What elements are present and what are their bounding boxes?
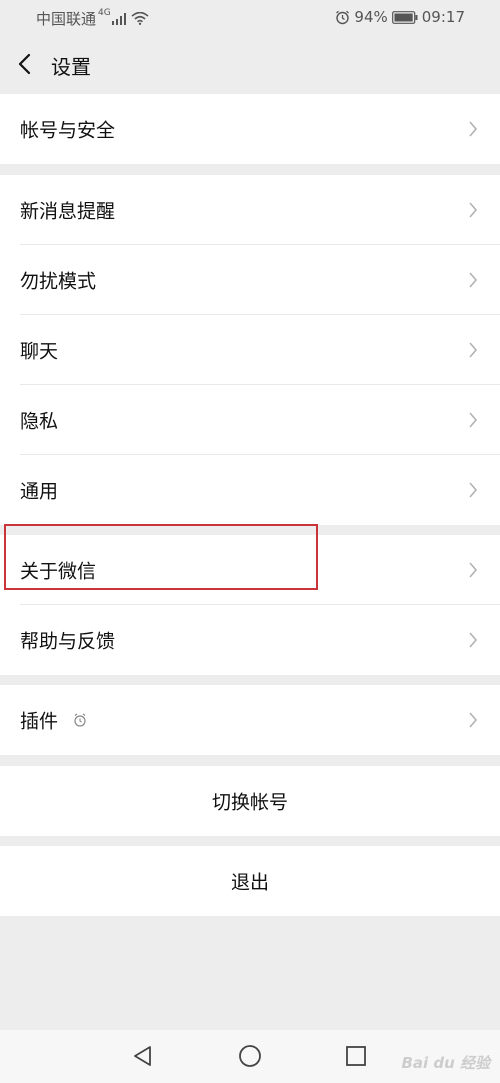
row-do-not-disturb[interactable]: 勿扰模式 bbox=[0, 245, 500, 315]
logout-label: 退出 bbox=[230, 871, 269, 894]
group-settings: 新消息提醒 勿扰模式 聊天 隐私 通用 bbox=[0, 175, 500, 525]
wifi-icon bbox=[131, 12, 149, 25]
row-label: 新消息提醒 bbox=[20, 200, 116, 223]
nav-bar: Bai du 经验 bbox=[0, 1030, 500, 1083]
alarm-icon bbox=[335, 10, 350, 25]
nav-home-icon[interactable] bbox=[237, 1043, 263, 1069]
row-label: 帮助与反馈 bbox=[20, 630, 116, 653]
row-plugins[interactable]: 插件 bbox=[0, 685, 500, 755]
switch-account-button[interactable]: 切换帐号 bbox=[0, 766, 500, 836]
row-general[interactable]: 通用 bbox=[0, 455, 500, 525]
row-label: 聊天 bbox=[20, 340, 59, 363]
logout-button[interactable]: 退出 bbox=[0, 846, 500, 916]
group-account: 帐号与安全 bbox=[0, 94, 500, 164]
page-title: 设置 bbox=[51, 55, 91, 79]
chevron-right-icon bbox=[469, 121, 478, 137]
group-about: 关于微信 帮助与反馈 bbox=[0, 535, 500, 675]
group-switch-account: 切换帐号 bbox=[0, 766, 500, 836]
row-help-feedback[interactable]: 帮助与反馈 bbox=[0, 605, 500, 675]
group-logout: 退出 bbox=[0, 846, 500, 916]
row-label: 插件 bbox=[20, 710, 59, 733]
nav-back-icon[interactable] bbox=[130, 1043, 156, 1069]
plugin-badge-icon bbox=[74, 713, 86, 727]
chevron-right-icon bbox=[469, 482, 478, 498]
signal-icon bbox=[111, 12, 127, 25]
header: 设置 bbox=[0, 34, 500, 94]
chevron-right-icon bbox=[469, 202, 478, 218]
switch-account-label: 切换帐号 bbox=[211, 791, 288, 814]
row-label: 关于微信 bbox=[20, 560, 97, 583]
battery-icon bbox=[391, 10, 418, 24]
row-account-security[interactable]: 帐号与安全 bbox=[0, 94, 500, 164]
chevron-right-icon bbox=[469, 562, 478, 578]
network-type: 4G bbox=[98, 7, 111, 18]
baidu-watermark: Bai du 经验 bbox=[401, 1054, 490, 1072]
group-plugins: 插件 bbox=[0, 685, 500, 755]
back-icon[interactable] bbox=[14, 52, 38, 76]
chevron-right-icon bbox=[469, 712, 478, 728]
nav-recent-icon[interactable] bbox=[343, 1043, 369, 1069]
row-label: 帐号与安全 bbox=[20, 119, 116, 142]
chevron-right-icon bbox=[469, 342, 478, 358]
clock-time: 09:17 bbox=[421, 8, 465, 26]
row-label: 隐私 bbox=[20, 410, 59, 433]
chevron-right-icon bbox=[469, 632, 478, 648]
row-privacy[interactable]: 隐私 bbox=[0, 385, 500, 455]
row-label: 通用 bbox=[20, 480, 59, 503]
row-label: 勿扰模式 bbox=[20, 270, 97, 293]
status-right: 94% 09:17 bbox=[331, 8, 465, 26]
row-chat[interactable]: 聊天 bbox=[0, 315, 500, 385]
status-left: 中国联通 4G bbox=[36, 8, 149, 29]
battery-percent: 94% bbox=[354, 8, 388, 26]
row-notifications[interactable]: 新消息提醒 bbox=[0, 175, 500, 245]
carrier-name: 中国联通 bbox=[36, 10, 97, 28]
status-bar: 中国联通 4G 94% 09:17 bbox=[0, 0, 500, 34]
chevron-right-icon bbox=[469, 412, 478, 428]
row-about-wechat[interactable]: 关于微信 bbox=[0, 535, 500, 605]
chevron-right-icon bbox=[469, 272, 478, 288]
